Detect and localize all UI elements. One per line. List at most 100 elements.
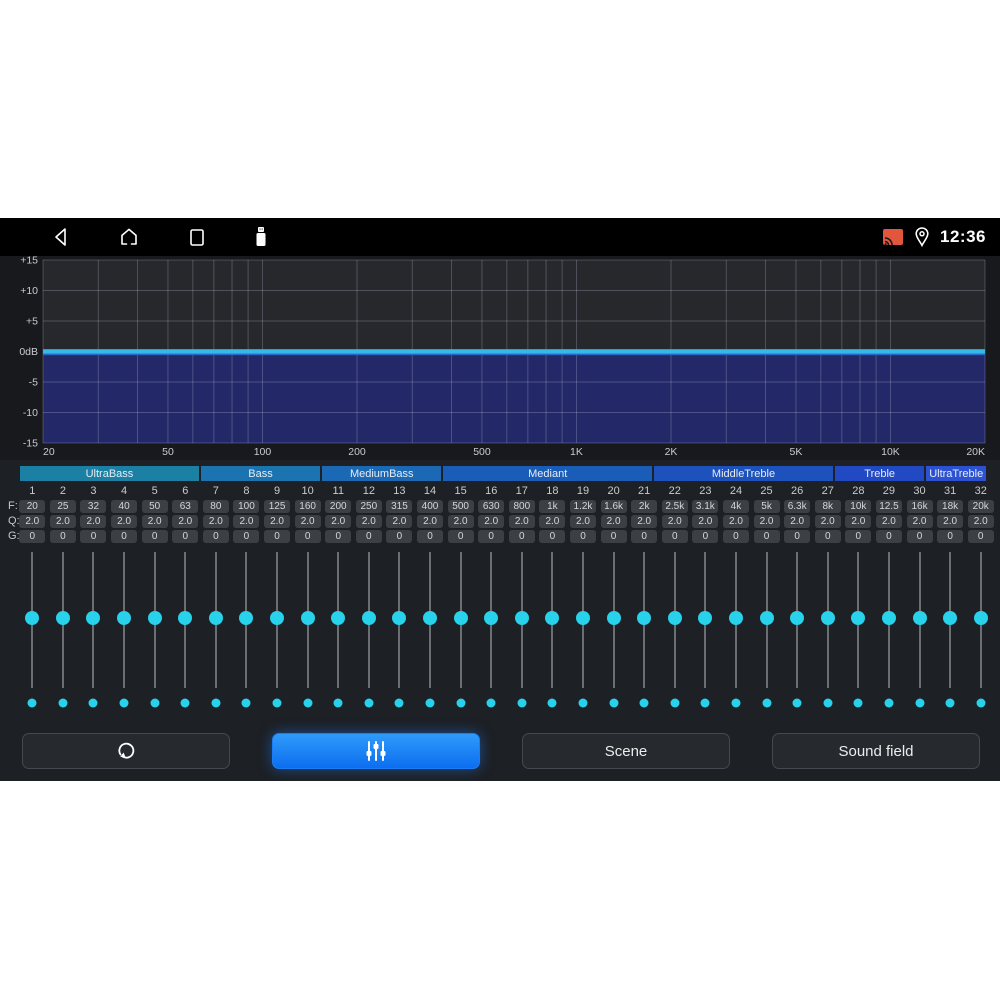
band-q-value[interactable]: 2.0 <box>355 514 382 528</box>
slider-handle[interactable] <box>881 611 896 625</box>
band-q-value[interactable]: 2.0 <box>967 514 994 528</box>
band-frequency-value[interactable]: 25 <box>49 499 76 513</box>
band-q-value[interactable]: 2.0 <box>447 514 474 528</box>
band-gain-value[interactable]: 0 <box>447 529 474 543</box>
band-gain-value[interactable]: 0 <box>508 529 535 543</box>
band-slider-2[interactable] <box>48 552 79 714</box>
band-gain-value[interactable]: 0 <box>569 529 596 543</box>
band-gain-value[interactable]: 0 <box>111 529 138 543</box>
band-frequency-value[interactable]: 200 <box>325 499 352 513</box>
band-q-value[interactable]: 2.0 <box>875 514 902 528</box>
band-slider-1[interactable] <box>17 552 48 714</box>
band-frequency-value[interactable]: 63 <box>172 499 199 513</box>
band-slider-12[interactable] <box>354 552 385 714</box>
band-frequency-value[interactable]: 2.5k <box>661 499 688 513</box>
slider-handle[interactable] <box>698 611 713 625</box>
slider-mini-dot[interactable] <box>670 698 680 708</box>
band-frequency-value[interactable]: 125 <box>264 499 291 513</box>
band-q-value[interactable]: 2.0 <box>631 514 658 528</box>
band-slider-19[interactable] <box>568 552 599 714</box>
band-frequency-value[interactable]: 80 <box>202 499 229 513</box>
scene-button[interactable]: Scene <box>522 733 730 769</box>
band-q-value[interactable]: 2.0 <box>202 514 229 528</box>
band-gain-value[interactable]: 0 <box>631 529 658 543</box>
band-gain-value[interactable]: 0 <box>49 529 76 543</box>
slider-handle[interactable] <box>943 611 958 625</box>
slider-mini-dot[interactable] <box>303 698 313 708</box>
band-slider-27[interactable] <box>812 552 843 714</box>
band-frequency-value[interactable]: 800 <box>508 499 535 513</box>
slider-handle[interactable] <box>300 611 315 625</box>
slider-mini-dot[interactable] <box>762 698 772 708</box>
slider-mini-dot[interactable] <box>364 698 374 708</box>
slider-handle[interactable] <box>637 611 652 625</box>
slider-handle[interactable] <box>147 611 162 625</box>
slider-mini-dot[interactable] <box>823 698 833 708</box>
band-q-value[interactable]: 2.0 <box>264 514 291 528</box>
band-q-value[interactable]: 2.0 <box>784 514 811 528</box>
band-q-value[interactable]: 2.0 <box>417 514 444 528</box>
band-slider-11[interactable] <box>323 552 354 714</box>
band-q-value[interactable]: 2.0 <box>845 514 872 528</box>
band-q-value[interactable]: 2.0 <box>600 514 627 528</box>
band-slider-32[interactable] <box>965 552 996 714</box>
slider-handle[interactable] <box>270 611 285 625</box>
slider-mini-dot[interactable] <box>425 698 435 708</box>
band-slider-10[interactable] <box>292 552 323 714</box>
band-gain-value[interactable]: 0 <box>906 529 933 543</box>
slider-handle[interactable] <box>331 611 346 625</box>
recents-icon[interactable] <box>186 226 208 248</box>
band-gain-value[interactable]: 0 <box>753 529 780 543</box>
slider-mini-dot[interactable] <box>792 698 802 708</box>
slider-handle[interactable] <box>912 611 927 625</box>
band-slider-5[interactable] <box>139 552 170 714</box>
slider-handle[interactable] <box>545 611 560 625</box>
slider-mini-dot[interactable] <box>915 698 925 708</box>
band-gain-value[interactable]: 0 <box>264 529 291 543</box>
band-q-value[interactable]: 2.0 <box>172 514 199 528</box>
band-frequency-value[interactable]: 250 <box>355 499 382 513</box>
band-gain-value[interactable]: 0 <box>355 529 382 543</box>
band-slider-16[interactable] <box>476 552 507 714</box>
band-gain-value[interactable]: 0 <box>325 529 352 543</box>
band-frequency-value[interactable]: 160 <box>294 499 321 513</box>
slider-handle[interactable] <box>759 611 774 625</box>
slider-handle[interactable] <box>514 611 529 625</box>
band-gain-value[interactable]: 0 <box>386 529 413 543</box>
band-frequency-value[interactable]: 400 <box>417 499 444 513</box>
band-frequency-value[interactable]: 2k <box>631 499 658 513</box>
band-q-value[interactable]: 2.0 <box>753 514 780 528</box>
band-slider-18[interactable] <box>537 552 568 714</box>
band-slider-26[interactable] <box>782 552 813 714</box>
band-frequency-value[interactable]: 18k <box>937 499 964 513</box>
slider-handle[interactable] <box>208 611 223 625</box>
band-slider-3[interactable] <box>78 552 109 714</box>
band-slider-7[interactable] <box>201 552 232 714</box>
slider-handle[interactable] <box>178 611 193 625</box>
band-q-value[interactable]: 2.0 <box>569 514 596 528</box>
band-q-value[interactable]: 2.0 <box>814 514 841 528</box>
band-q-value[interactable]: 2.0 <box>539 514 566 528</box>
soundfield-button[interactable]: Sound field <box>772 733 980 769</box>
band-frequency-value[interactable]: 40 <box>111 499 138 513</box>
band-gain-value[interactable]: 0 <box>539 529 566 543</box>
slider-handle[interactable] <box>25 611 40 625</box>
band-frequency-value[interactable]: 630 <box>478 499 505 513</box>
band-gain-value[interactable]: 0 <box>202 529 229 543</box>
slider-mini-dot[interactable] <box>394 698 404 708</box>
slider-handle[interactable] <box>117 611 132 625</box>
slider-handle[interactable] <box>667 611 682 625</box>
slider-handle[interactable] <box>606 611 621 625</box>
band-q-value[interactable]: 2.0 <box>661 514 688 528</box>
band-frequency-value[interactable]: 5k <box>753 499 780 513</box>
band-frequency-value[interactable]: 4k <box>722 499 749 513</box>
band-gain-value[interactable]: 0 <box>233 529 260 543</box>
band-gain-value[interactable]: 0 <box>478 529 505 543</box>
band-gain-value[interactable]: 0 <box>172 529 199 543</box>
slider-mini-dot[interactable] <box>150 698 160 708</box>
back-icon[interactable] <box>50 226 72 248</box>
band-frequency-value[interactable]: 20 <box>19 499 46 513</box>
band-gain-value[interactable]: 0 <box>19 529 46 543</box>
usb-icon[interactable] <box>253 225 269 249</box>
slider-handle[interactable] <box>86 611 101 625</box>
